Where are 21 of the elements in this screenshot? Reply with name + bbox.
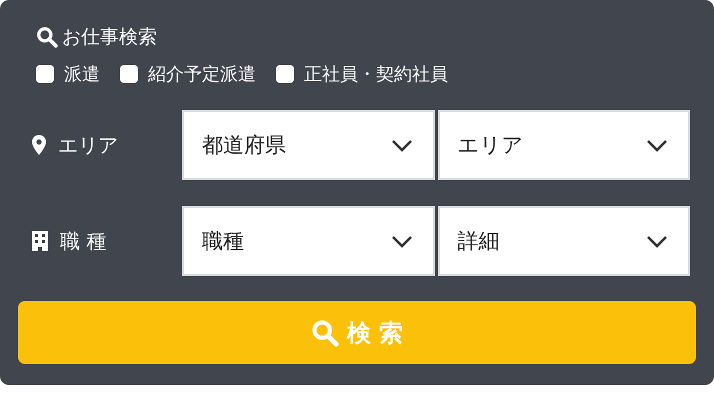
checkbox[interactable] [276,65,294,83]
checkbox-label: 紹介予定派遣 [148,63,256,86]
building-icon [32,231,48,251]
checkbox[interactable] [36,65,54,83]
search-icon [36,26,58,48]
field-label: 職 種 [60,228,106,254]
chevron-down-icon [390,138,412,152]
section-title: お仕事検索 [62,25,157,50]
dropdown[interactable]: 詳細 [438,206,690,276]
dropdown[interactable]: 都道府県 [182,110,434,180]
checkbox-label: 派遣 [64,63,100,86]
field-label: エリア [58,132,118,158]
checkbox[interactable] [120,65,138,83]
checkbox-label: 正社員・契約社員 [304,63,448,86]
chevron-down-icon [646,138,668,152]
dropdown[interactable]: エリア [438,110,690,180]
dropdown[interactable]: 職種 [182,206,434,276]
chevron-down-icon [390,234,412,248]
search-icon [310,318,339,346]
location-pin-icon [32,135,46,155]
chevron-down-icon [646,234,668,248]
